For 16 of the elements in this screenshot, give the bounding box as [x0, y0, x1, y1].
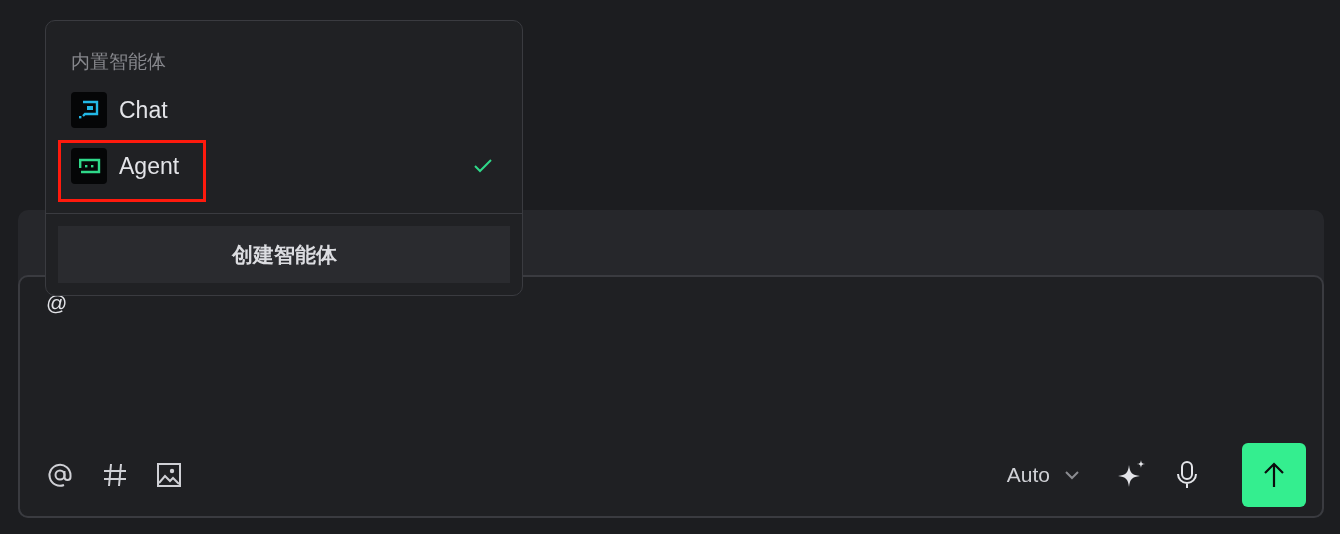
create-agent-button[interactable]: 创建智能体: [58, 226, 510, 283]
section-title: 内置智能体: [70, 50, 167, 74]
hashtag-icon[interactable]: [102, 462, 128, 488]
arrow-up-icon: [1263, 462, 1285, 488]
robot-face-icon: [71, 148, 107, 184]
send-button[interactable]: [1242, 443, 1306, 507]
menu-item[interactable]: Agent: [71, 148, 522, 184]
message-input[interactable]: @: [46, 291, 1306, 434]
mention-icon[interactable]: [46, 461, 74, 489]
menu-item[interactable]: Chat: [71, 92, 522, 128]
chat-bubble-icon: [71, 92, 107, 128]
message-field[interactable]: @ Auto: [18, 275, 1324, 518]
microphone-icon[interactable]: [1176, 460, 1198, 490]
model-select[interactable]: Auto: [1006, 463, 1080, 487]
chevron-down-icon: [1064, 470, 1080, 480]
image-icon[interactable]: [156, 462, 182, 488]
